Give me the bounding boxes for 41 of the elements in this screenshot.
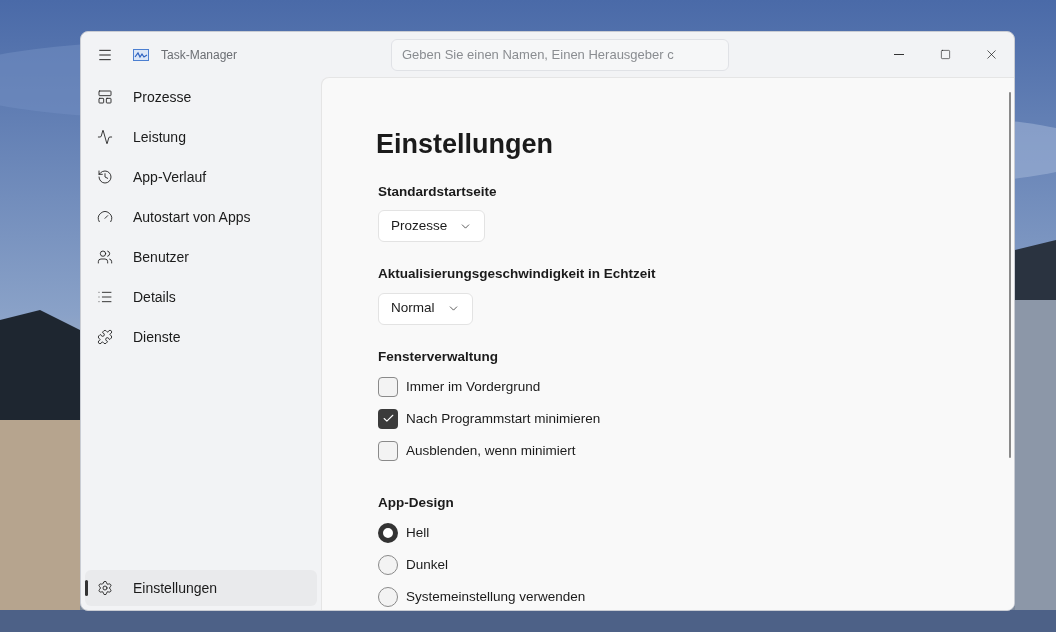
search-field[interactable]: Geben Sie einen Namen, Einen Herausgeber c: [391, 38, 729, 71]
pulse-icon: [97, 129, 113, 145]
radio-label: Systemeinstellung verwenden: [406, 587, 586, 606]
checkbox[interactable]: [378, 376, 398, 397]
nav-item[interactable]: Autostart von Apps: [85, 199, 317, 235]
radio-button[interactable]: [378, 587, 398, 607]
setting-label: Standardstartseite: [378, 183, 497, 201]
setting-label: Aktualisierungsgeschwindigkeit in Echtzeit: [378, 265, 656, 284]
radio-button[interactable]: [378, 523, 398, 543]
section-label: Fensterverwaltung: [378, 347, 500, 366]
users-icon: [97, 249, 113, 265]
gauge-icon: [97, 209, 113, 225]
page-title: Einstellungen: [376, 128, 555, 160]
window-title: Task-Manager: [161, 46, 238, 64]
nav-item[interactable]: Prozesse: [85, 79, 317, 115]
minimize-icon: [894, 54, 904, 55]
checkbox-label: Ausblenden, wenn minimiert: [406, 441, 576, 460]
puzzle-icon: [97, 329, 113, 345]
history-icon: [97, 169, 113, 185]
nav-item[interactable]: Einstellungen: [85, 570, 317, 606]
nav-item[interactable]: Benutzer: [85, 239, 317, 275]
nav-item[interactable]: App-Verlauf: [85, 159, 317, 195]
checkbox[interactable]: [378, 408, 398, 429]
checkbox-label: Nach Programmstart minimieren: [406, 409, 601, 428]
radio-button[interactable]: [378, 555, 398, 575]
nav-item[interactable]: Dienste: [85, 319, 317, 355]
selection-indicator: [85, 580, 88, 596]
checkbox[interactable]: [378, 440, 398, 461]
dropdown[interactable]: Prozesse: [378, 210, 486, 243]
radio-label: Hell: [406, 523, 430, 542]
checkbox-label: Immer im Vordergrund: [406, 377, 541, 396]
list-icon: [97, 289, 113, 305]
maximize-icon: [939, 49, 951, 60]
nav-item[interactable]: Details: [85, 279, 317, 315]
dropdown[interactable]: Normal: [378, 292, 473, 325]
nav-item[interactable]: Leistung: [85, 119, 317, 155]
chart-logo-icon: [133, 48, 149, 61]
section-label: App-Design: [378, 493, 455, 512]
radio-label: Dunkel: [406, 555, 449, 574]
settings-icon: [97, 580, 113, 596]
tiles-icon: [97, 89, 113, 105]
